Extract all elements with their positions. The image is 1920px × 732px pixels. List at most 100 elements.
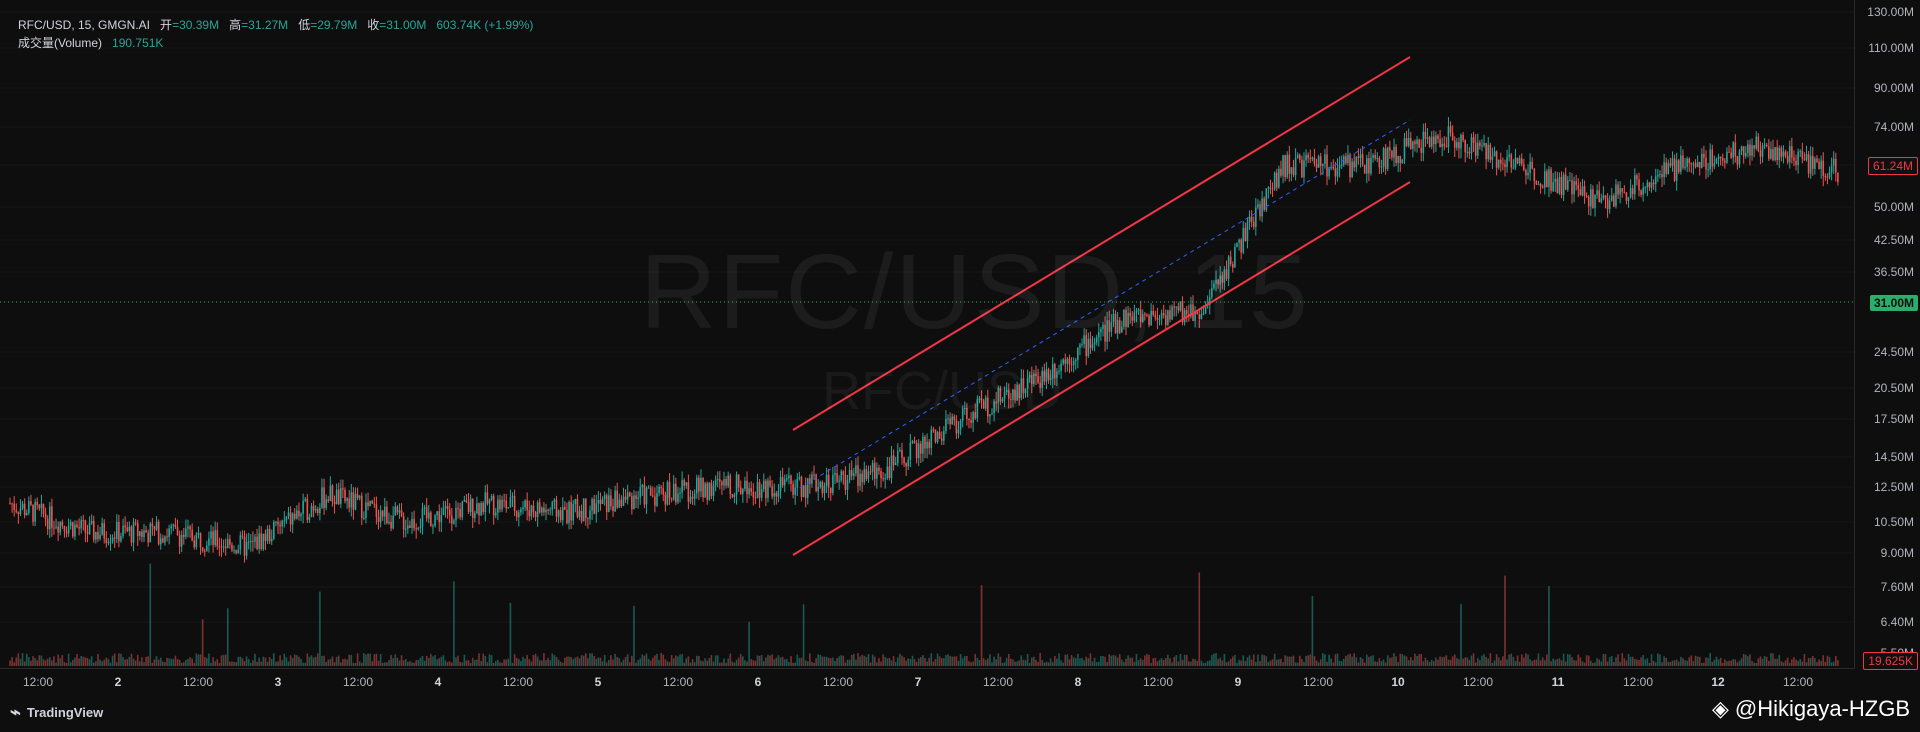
volume-bar: [394, 654, 397, 666]
volume-bar: [1144, 655, 1146, 666]
volume-bar: [689, 662, 692, 666]
volume-bar: [827, 657, 830, 666]
candle-body: [666, 481, 669, 505]
candle-body: [203, 550, 206, 552]
volume-bar: [940, 658, 943, 666]
candle-body: [834, 473, 836, 476]
candle-body: [838, 480, 840, 482]
candle-body: [685, 482, 688, 486]
price-axis-label: 130.00M: [1867, 5, 1914, 19]
volume-bar: [968, 661, 970, 666]
volume-bar: [1278, 659, 1280, 666]
volume-bar: [1229, 658, 1232, 666]
price-axis-label: 42.50M: [1873, 233, 1914, 247]
candle-body: [938, 432, 941, 439]
candle-body: [890, 455, 893, 479]
volume-bar: [1592, 662, 1594, 666]
candle-body: [599, 499, 602, 505]
volume-bar: [289, 655, 292, 666]
candle-body: [1353, 161, 1356, 168]
volume-bar: [235, 662, 237, 666]
volume-bar: [796, 654, 799, 666]
candle-body: [1659, 173, 1661, 175]
volume-bar: [620, 662, 623, 666]
volume-bar: [1223, 653, 1226, 666]
volume-bar: [260, 661, 263, 666]
price-axis[interactable]: 130.00M 110.00M 90.00M 74.00M 50.00M 42.50M 36…: [1855, 0, 1920, 670]
candle-body: [869, 471, 872, 473]
volume-bar: [865, 657, 868, 666]
volume-bar: [189, 657, 191, 666]
volume-bar: [618, 658, 621, 666]
candle-body: [1768, 146, 1770, 159]
candle-body: [180, 534, 183, 547]
volume-bar: [1292, 655, 1295, 666]
volume-bar: [218, 662, 221, 666]
candle-body: [1648, 182, 1651, 188]
candle-body: [1456, 142, 1458, 148]
volume-bar: [1045, 661, 1048, 666]
tradingview-logo[interactable]: ⌁ TradingView: [10, 702, 103, 723]
volume-bar: [612, 659, 614, 666]
candle-body: [899, 449, 901, 452]
volume-bar: [1064, 654, 1067, 666]
candle-body: [547, 509, 549, 511]
candle-body: [427, 512, 430, 519]
candle-body: [727, 475, 729, 486]
candle-body: [36, 501, 39, 506]
candle-body: [19, 508, 22, 515]
volume-bar: [480, 660, 482, 666]
candle-body: [120, 535, 122, 542]
candle-body: [959, 421, 962, 430]
time-axis[interactable]: 12:00 2 12:00 3 12:00 4 12:00 5 12:00 6 12:00 7 12:0…: [0, 668, 1855, 694]
candle-body: [1587, 196, 1590, 207]
candle-body: [438, 511, 441, 523]
candle-body: [337, 489, 340, 504]
candle-body: [1602, 195, 1605, 199]
volume-bar: [541, 660, 543, 666]
candle-body: [497, 499, 499, 513]
volume-bar: [283, 653, 286, 666]
volume-bar: [1445, 655, 1448, 666]
candle-body: [773, 493, 776, 497]
volume-bar: [132, 658, 135, 666]
volume-bar: [704, 658, 706, 666]
candle-body: [1393, 146, 1395, 158]
volume-bar: [811, 661, 813, 666]
candle-body: [463, 499, 466, 502]
candle-body: [1715, 158, 1718, 164]
candle-body: [139, 531, 141, 536]
chart-legend: RFC/USD, 15, GMGN.AI 开=30.39M 高=31.27M 低…: [18, 16, 533, 52]
volume-bar: [1770, 653, 1772, 666]
volume-bar: [1667, 661, 1670, 666]
volume-bar: [1010, 658, 1012, 666]
candle-body: [69, 522, 72, 526]
volume-bar: [239, 656, 242, 666]
volume-bar: [666, 661, 669, 666]
chart-area[interactable]: RFC/USD, 15, GMGN.AI 开=30.39M 高=31.27M 低…: [0, 0, 1855, 668]
volume-bar: [281, 660, 283, 666]
candle-body: [1644, 187, 1647, 189]
volume-bar: [1659, 654, 1661, 666]
candle-body: [622, 496, 625, 506]
volume-bar: [1051, 662, 1054, 666]
volume-bar: [226, 608, 229, 666]
candle-body: [896, 451, 899, 463]
volume-bar: [723, 658, 725, 666]
candle-body: [111, 537, 114, 542]
volume-bar: [861, 654, 863, 666]
candle-body: [486, 492, 489, 504]
volume-bar: [645, 653, 648, 666]
candle-body: [806, 478, 809, 498]
volume-bar: [1353, 653, 1356, 666]
candle-body: [1336, 167, 1339, 177]
volume-bar: [174, 655, 177, 666]
volume-bar: [151, 662, 154, 666]
candle-body: [340, 488, 342, 504]
volume-bar: [978, 660, 981, 666]
candle-body: [894, 462, 897, 465]
volume-bar: [871, 654, 874, 666]
candle-body: [1824, 176, 1827, 178]
candle-body: [922, 436, 924, 454]
volume-bar: [1376, 661, 1379, 666]
